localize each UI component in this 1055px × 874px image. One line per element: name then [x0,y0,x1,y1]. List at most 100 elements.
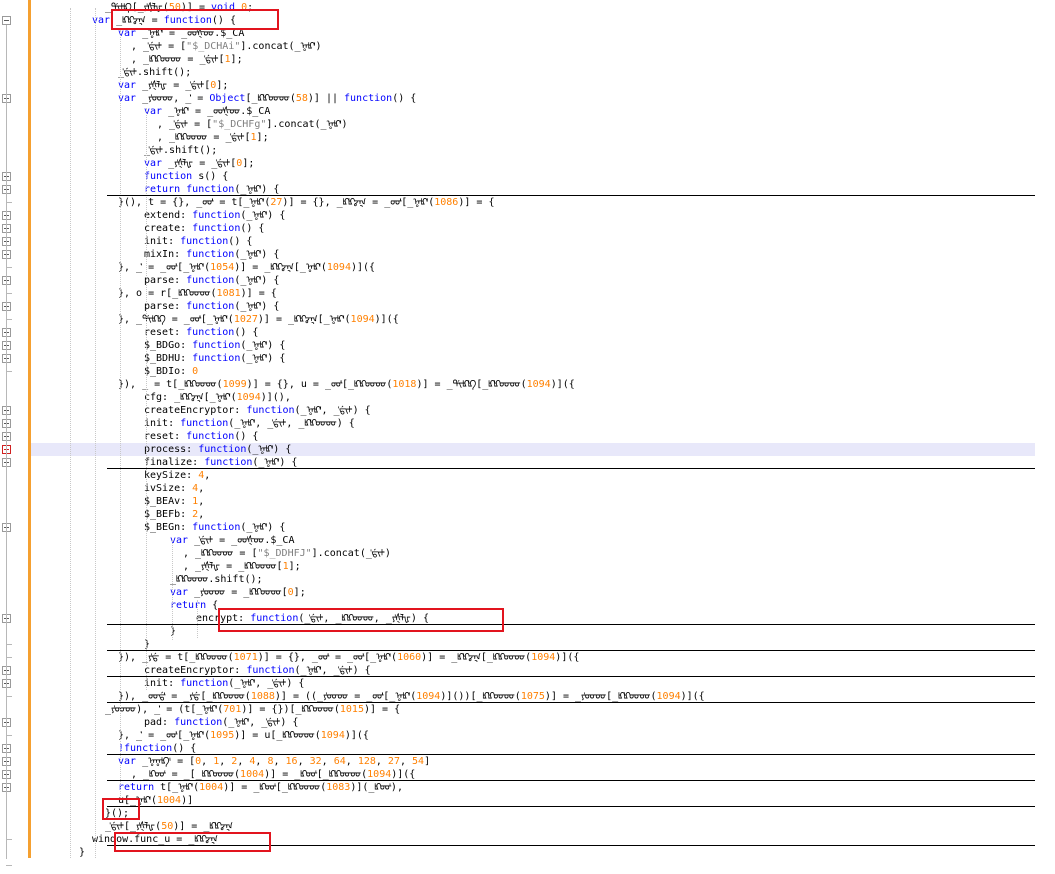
code-line[interactable]: ivSize: 4, [144,482,204,495]
code-token: 701 [223,704,242,715]
code-line[interactable]: _ᡌᡌᡂᡂ.shift(); [170,573,263,586]
code-line[interactable]: process: function(_ᡎᡌᡃᡃ) { [144,443,291,456]
code-token: function [186,184,235,195]
code-token: return [144,184,181,195]
code-line[interactable]: return { [170,599,218,612]
code-line[interactable]: init: function() { [144,235,252,248]
code-token: reset: [144,327,187,338]
code-token: 16 [285,756,298,767]
code-token: Object [209,93,246,104]
code-line[interactable]: } [79,846,85,859]
code-line[interactable]: parse: function(_ᡎᡌᡃᡃ) { [144,274,279,287]
code-line[interactable]: , _ᡃᡩᡳᡰ = ["$_DCHAi"].concat(_ᡎᡌᡃᡃ) [131,40,322,53]
code-line[interactable]: var _ᡎᡌᡃᡃ = _ᡂᡃᡧᡂ.$_CA [144,105,270,118]
code-token: (_ᡎᡌᡃᡃ) { [240,210,286,221]
code-token: 1004 [240,769,265,780]
code-token: ]; [293,587,306,598]
code-line[interactable]: return t[_ᡎᡌᡃᡃ(1004)] = _ᡌᡂᡃ[_ᡌᡌᡂᡂ(1083)… [118,781,403,794]
code-line[interactable]: , _ᠶᡃᡧᡀ = _ᡌᡌᡂᡂ[1]; [183,560,301,573]
code-line[interactable]: _ᡃᡩᡳᡰ.shift(); [144,144,217,157]
code-token: parse: [144,301,187,312]
annotation-box-func-def [111,9,279,30]
code-line[interactable]: pad: function(_ᡎᡌᡃᡃ, _ᡃᡩᡳᡰ) { [144,716,298,729]
code-line[interactable]: var _ᠶᡃᡧᡀ = _ᡃᡩᡳᡰ[0]; [144,157,254,170]
fold-collapse-icon[interactable] [2,16,11,25]
code-line[interactable]: , _ᡌᡌᡂᡂ = _ᡃᡩᡳᡰ[1]; [157,131,269,144]
indent-guide [95,8,96,858]
code-token: 1095 [210,730,235,741]
code-line[interactable]: var _ᡃᡩᡳᡰ = _ᡂᡃᡧᡂ.$_CA [170,534,294,547]
code-token: "$_DDHFJ" [257,548,312,559]
code-token: )](), [260,392,291,403]
code-line[interactable]: var _ᠶᡃᡧᡀ = _ᡃᡩᡳᡰ[0]; [118,79,228,92]
code-token: function [192,223,241,234]
code-line[interactable]: }), _ᠶᡃᡩ = t[_ᡌᡌᡂᡂ(1071)] = {}, _ᡂᡃᡃᡃ = … [118,651,579,664]
code-line[interactable]: function s() { [144,170,228,183]
code-token: ] [424,756,431,767]
code-line[interactable]: }, _ᡩᡳᡌᡌ = _ᡂᡃᡃᡃ[_ᡎᡌᡃᡃ(1027)] = _ᡌᡌᡒᡎ[_ᡎ… [118,313,399,326]
code-token: )] = _ᡌᡌᡒᡎ[_ᡎᡌᡃᡃ( [257,314,351,325]
code-line[interactable]: $_BEAv: 1, [144,495,204,508]
code-line[interactable]: createEncryptor: function(_ᡎᡌᡃᡃ, _ᡃᡩᡳᡰ) … [144,404,371,417]
code-token: ]; [216,80,229,91]
code-token: function [144,171,193,182]
code-line[interactable]: cfg: _ᡌᡌᡒᡎ[_ᡎᡌᡃᡃ(1094)](), [144,391,291,404]
code-token: cfg: _ᡌᡌᡒᡎ[_ᡎᡌᡃᡃ( [144,392,237,403]
code-token: function [344,93,393,104]
code-token: process: [144,444,199,455]
code-token: return [118,782,155,793]
code-line[interactable]: } [170,625,176,638]
code-line[interactable]: _ᠶᡃᡂᡂ), _ᡃᡃᡃᡃ = (t[_ᡎᡌᡃᡃ(701)] = {})[_ᡌᡌ… [105,703,400,716]
code-token: (_ᡎᡌᡃᡃ, _ᡃᡩᡳᡰ) { [228,678,305,689]
code-editor[interactable]: _ᡩᡳᡰᡌ[_ᠶᡃᡧᡀ(50)] = void 0; var _ᡌᡌᡒᡎ = fu… [0,0,1055,874]
code-line[interactable]: , _ᡌᡌᡂᡂ = ["$_DDHFJ"].concat(_ᡃᡩᡳᡰ) [183,547,391,560]
code-line[interactable]: _ᡃᡩᡳᡰ.shift(); [118,66,191,79]
code-token: ]; [230,54,243,65]
code-token: }, _ᡩᡳᡌᡌ = _ᡂᡃᡃᡃ[_ᡎᡌᡃᡃ( [118,314,234,325]
code-line[interactable]: create: function() { [144,222,264,235]
code-token: 58 [295,93,308,104]
code-line[interactable]: parse: function(_ᡎᡌᡃᡃ) { [144,300,279,313]
code-line[interactable]: extend: function(_ᡎᡌᡃᡃ) { [144,209,285,222]
code-line[interactable]: init: function(_ᡎᡌᡃᡃ, _ᡃᡩᡳᡰ) { [144,677,304,690]
code-line[interactable]: $_BEGn: function(_ᡎᡌᡃᡃ) { [144,521,285,534]
code-line[interactable]: $_BDGo: function(_ᡎᡌᡃᡃ) { [144,339,285,352]
code-line[interactable]: $_BEFb: 2, [144,508,204,521]
code-line[interactable]: var _ᠶᡃᡂᡂ = _ᡌᡌᡂᡂ[0]; [170,586,306,599]
code-line[interactable]: }(), t = {}, _ᡂᡃᡃᡃ = t[_ᡎᡌᡃᡃ(27)] = {}, … [118,196,494,209]
code-line[interactable]: var _ᠶᡃᡂᡂ, _ᡃᡃᡃᡃ = Object[_ᡌᡌᡂᡂ(58)] || … [118,92,416,105]
code-token: ]; [288,561,301,572]
code-line[interactable]: init: function(_ᡎᡌᡃᡃ, _ᡃᡩᡳᡰ, _ᡌᡌᡂᡂ) { [144,417,355,430]
code-token: 1094 [526,379,551,390]
fold-end-tick [6,293,12,294]
indent-guide [120,30,121,800]
annotation-box-iife-end [102,798,140,820]
code-line[interactable]: }, _ᡃᡃᡃᡃ = _ᡂᡃᡃᡃ[_ᡎᡌᡃᡃ(1095)] = u[_ᡌᡌᡂᡂ(… [118,729,369,742]
code-line[interactable]: , _ᡃᡩᡳᡰ = ["$_DCHFg"].concat(_ᡎᡌᡃᡃ) [157,118,348,131]
code-line[interactable]: keySize: 4, [144,469,210,482]
code-line[interactable]: }), _ = t[_ᡌᡌᡂᡂ(1099)] = {}, u = _ᡂᡃᡃᡃ[_… [118,378,575,391]
code-token: )] || [307,93,345,104]
code-token: "$_DCHFg" [212,119,267,130]
code-token: , [255,756,268,767]
code-token: 27 [270,197,283,208]
code-line[interactable]: mixIn: function(_ᡎᡌᡃᡃ) { [144,248,279,261]
code-token: 128 [357,756,376,767]
code-line[interactable]: reset: function() { [144,326,258,339]
code-token: createEncryptor: [144,405,247,416]
code-token: () { [172,743,197,754]
code-line[interactable]: reset: function() { [144,430,258,443]
code-line[interactable]: }, _ᡃᡃᡃᡃ = _ᡂᡃᡃᡃ[_ᡎᡌᡃᡃ(1054)] = _ᡌᡌᡒᡎ[_ᡎ… [118,261,375,274]
code-line[interactable]: }, o = r[_ᡌᡌᡂᡂ(1081)] = { [118,287,277,300]
code-line[interactable]: , _ᡌᡌᡂᡂ = _ᡃᡩᡳᡰ[1]; [131,53,243,66]
code-line[interactable]: var _ᡎᡎᡌᡃ = [0, 1, 2, 4, 8, 16, 32, 64, … [118,755,430,768]
code-token: )]({ [550,379,575,390]
code-line[interactable]: $_BDHU: function(_ᡎᡌᡃᡃ) { [144,352,285,365]
code-token: 1081 [216,288,241,299]
code-line[interactable]: $_BDIo: 0 [144,365,198,378]
fold-end-tick [6,644,12,645]
code-token: )] = { [240,288,277,299]
code-token: )]())[_ᡌᡌᡂᡂ( [440,691,521,702]
code-token: )] = _ᡌᡌᡒᡎ [173,821,233,832]
code-token: )]({ [350,262,376,273]
